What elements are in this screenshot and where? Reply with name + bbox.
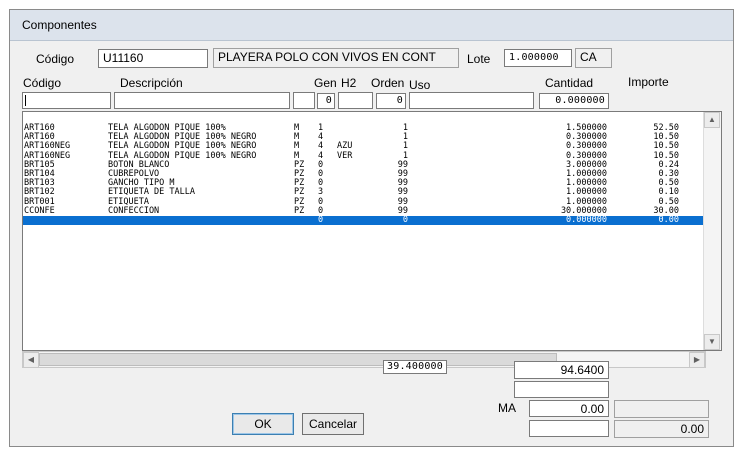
componentes-window: Componentes Código U11160 PLAYERA POLO C…	[9, 9, 734, 447]
filter-h2-input[interactable]	[338, 92, 373, 109]
col-header-h2: H2	[341, 76, 357, 90]
filter-unidad-input[interactable]	[293, 92, 315, 109]
ma-label: MA	[498, 401, 516, 415]
cell-descripcion: CONFECCION	[108, 205, 160, 216]
cell-um: PZ	[294, 205, 305, 216]
col-header-descripcion: Descripción	[120, 76, 183, 90]
scroll-right-icon[interactable]: ▶	[689, 352, 705, 368]
cell-orden: 1	[402, 141, 408, 152]
cancel-button[interactable]: Cancelar	[302, 413, 364, 435]
filter-codigo-input[interactable]	[22, 92, 111, 109]
filter-descripcion-input[interactable]	[114, 92, 290, 109]
filter-uso-input[interactable]	[409, 92, 534, 109]
ma-readonly-field	[614, 400, 709, 418]
horizontal-scroll-thumb[interactable]	[39, 353, 557, 366]
extra-total-field	[514, 381, 609, 398]
cell-cantidad: 0.000000	[566, 215, 607, 225]
codigo-field[interactable]: U11160	[98, 49, 208, 68]
scroll-down-icon[interactable]: ▼	[704, 334, 720, 350]
lote-field[interactable]: 1.000000	[504, 49, 572, 67]
components-grid[interactable]: ART160 TELA ALGODON PIQUE 100% M 1 1 1.500000…	[22, 111, 722, 351]
filter-gen-input[interactable]: 0	[317, 93, 335, 109]
ok-button[interactable]: OK	[232, 413, 294, 435]
table-row-selected[interactable]: 0 0 0.000000 0.00	[23, 216, 705, 225]
col-header-importe: Importe	[628, 75, 669, 89]
descripcion-field: PLAYERA POLO CON VIVOS EN CONT	[213, 48, 459, 68]
col-header-orden: Orden	[371, 76, 405, 90]
title-bar[interactable]: Componentes	[10, 10, 733, 41]
cell-importe: 0.00	[658, 215, 679, 225]
text-cursor	[25, 95, 26, 106]
scroll-up-icon[interactable]: ▲	[704, 112, 720, 128]
window-title: Componentes	[22, 18, 97, 32]
col-header-uso: Uso	[409, 78, 431, 92]
col-header-gen: Gen	[314, 76, 337, 90]
bottom-left-field[interactable]	[529, 420, 609, 437]
cell-orden: 0	[402, 215, 408, 225]
cell-orden: 1	[402, 132, 408, 143]
bottom-total-field: 0.00	[614, 420, 709, 438]
col-header-codigo: Código	[23, 76, 62, 90]
filter-cantidad-input[interactable]: 0.000000	[539, 93, 609, 109]
cell-orden: 1	[402, 123, 408, 133]
ma-field[interactable]: 0.00	[529, 400, 609, 417]
cell-orden: 99	[397, 205, 408, 216]
unidad-field: CA	[575, 48, 612, 68]
filter-orden-input[interactable]: 0	[376, 93, 406, 109]
lote-label: Lote	[467, 52, 491, 66]
vertical-scrollbar[interactable]: ▲ ▼	[703, 112, 721, 350]
importe-total-field: 94.6400	[514, 361, 609, 379]
cantidad-total-field: 39.400000	[383, 360, 447, 374]
col-header-cantidad: Cantidad	[545, 76, 594, 90]
cell-codigo: CCONFE	[24, 205, 55, 216]
scroll-left-icon[interactable]: ◀	[23, 352, 39, 368]
codigo-label: Código	[36, 52, 75, 66]
cell-gen: 0	[318, 215, 324, 225]
